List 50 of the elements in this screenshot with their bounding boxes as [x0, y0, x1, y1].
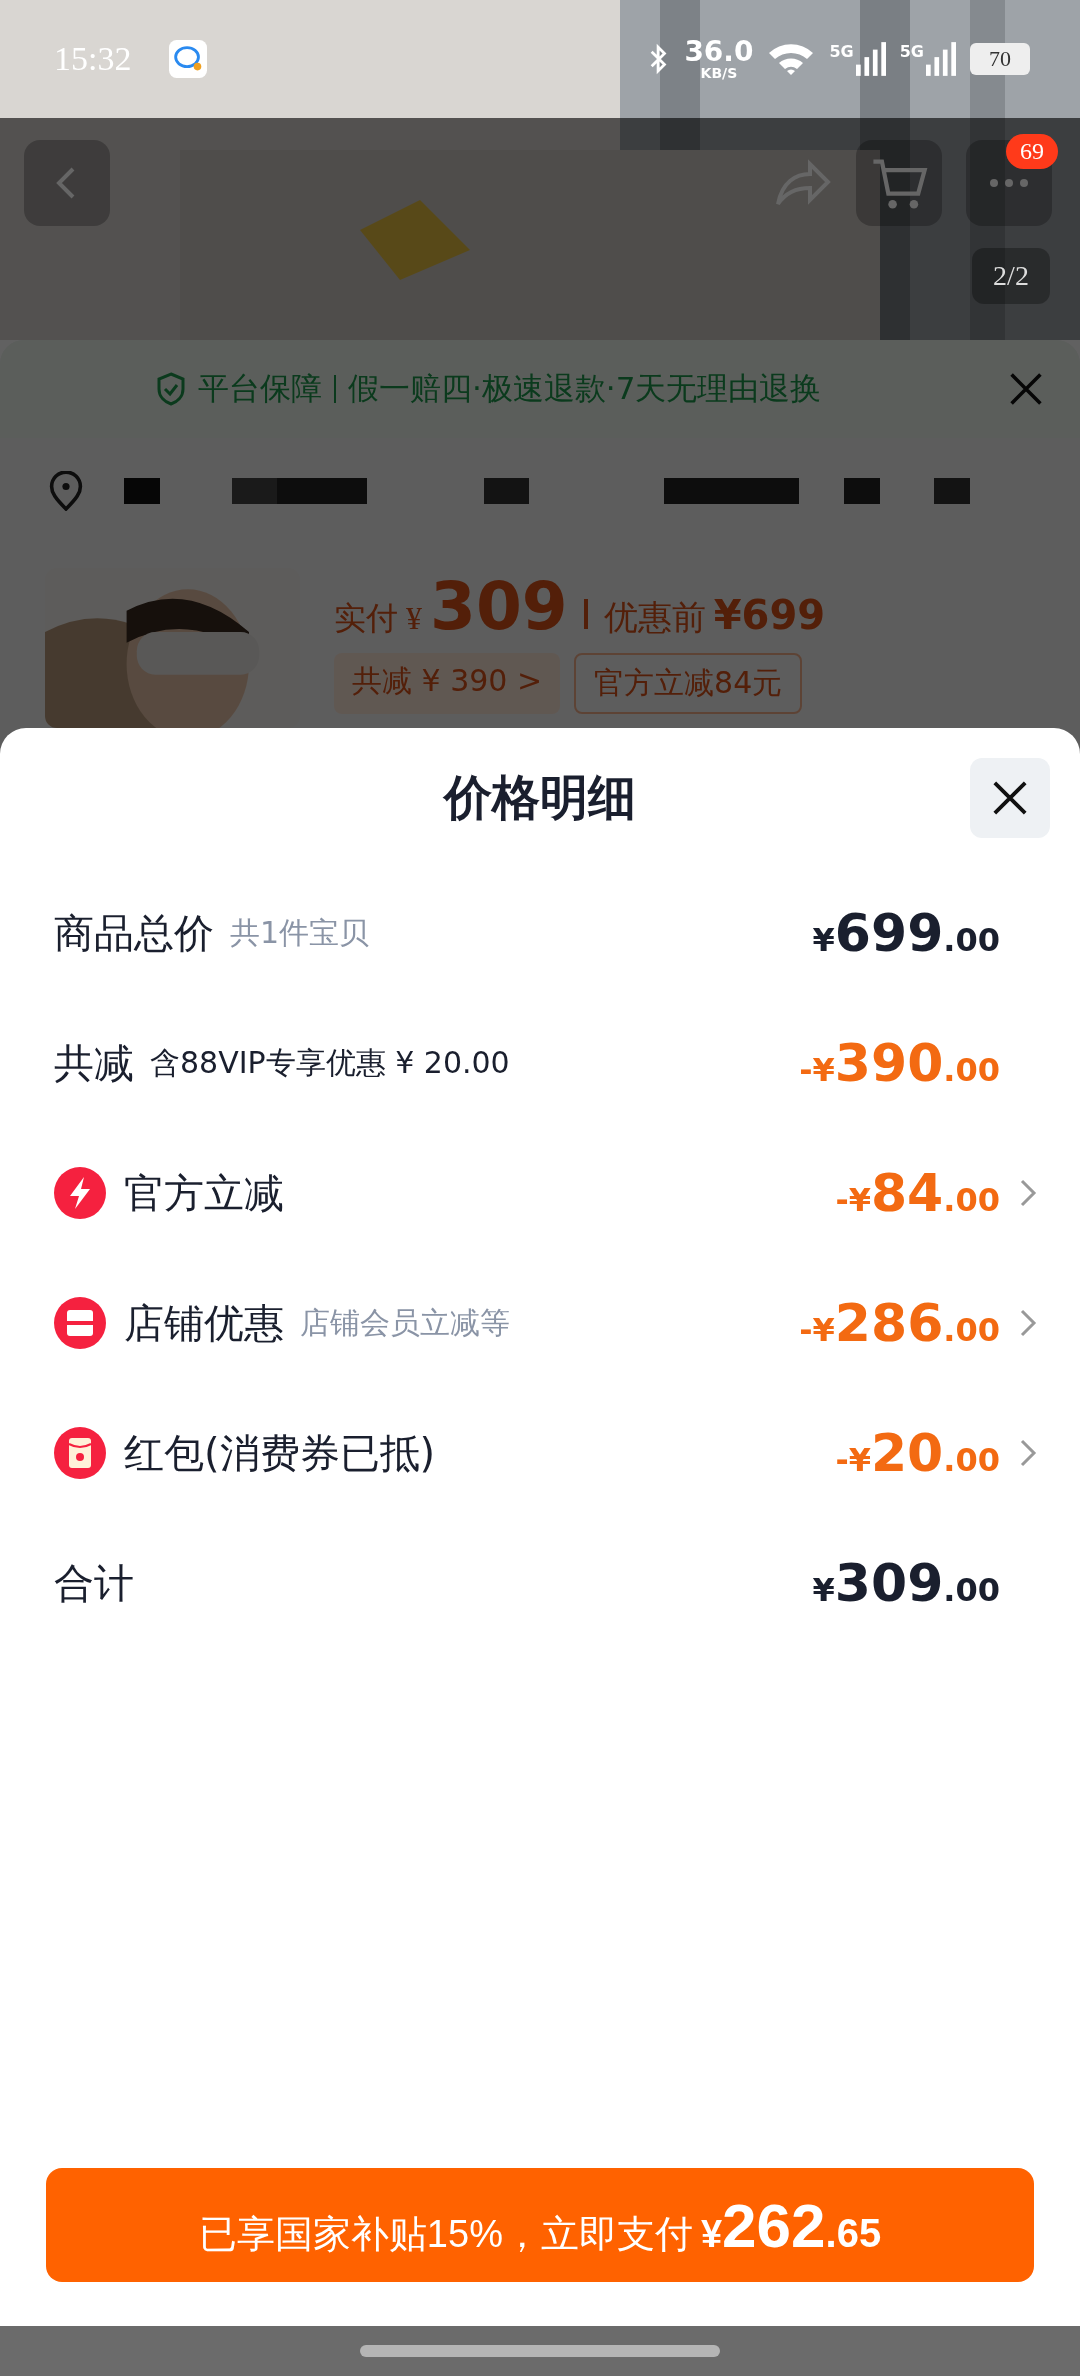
amount: ¥699.00	[812, 903, 1000, 963]
shop-icon	[54, 1297, 106, 1349]
row-note: 含88VIP专享优惠 ¥ 20.00	[150, 1043, 510, 1082]
speed-unit: KB/S	[700, 66, 738, 80]
network-type: 5G	[829, 42, 854, 61]
envelope-icon	[54, 1427, 106, 1479]
paid-label: 实付	[334, 598, 398, 639]
row-note: 共1件宝贝	[230, 913, 370, 952]
discount-tag: 共减 ¥ 390 >	[334, 653, 561, 714]
amount: -¥20.00	[835, 1423, 1000, 1483]
battery-indicator: 70	[970, 43, 1030, 75]
more-icon	[989, 178, 1029, 188]
row-label: 店铺优惠	[124, 1298, 284, 1348]
signal-icon	[926, 42, 956, 76]
network-speed: 36.0	[684, 38, 754, 66]
guarantee-text: 假一赔四·极速退款·7天无理由退换	[348, 369, 822, 408]
paid-price: 309	[430, 568, 568, 645]
shield-icon	[156, 372, 186, 406]
chevron-right-icon[interactable]	[1018, 1437, 1038, 1469]
row-label: 共减	[54, 1038, 134, 1088]
network-type: 5G	[899, 42, 924, 61]
currency-symbol: ¥	[406, 600, 422, 637]
amount: -¥286.00	[799, 1293, 1000, 1353]
lightning-icon	[54, 1167, 106, 1219]
amount: -¥84.00	[835, 1163, 1000, 1223]
signal-icon	[855, 42, 886, 76]
row-label: 合计	[54, 1558, 134, 1608]
close-button[interactable]	[970, 758, 1050, 838]
chat-icon	[169, 40, 208, 78]
pay-button[interactable]: 已享国家补贴15%，立即支付 ¥262.65	[46, 2168, 1034, 2282]
chevron-right-icon[interactable]	[1018, 1177, 1038, 1209]
amount: -¥390.00	[799, 1033, 1000, 1093]
cart-button[interactable]	[856, 140, 942, 226]
close-icon[interactable]	[1008, 371, 1044, 407]
row-label: 红包(消费券已抵)	[124, 1428, 436, 1478]
original-price-label: 优惠前	[603, 596, 706, 639]
chevron-right-icon[interactable]	[1018, 1307, 1038, 1339]
discount-tag: 官方立减84元	[574, 653, 803, 714]
row-label: 商品总价	[54, 908, 214, 958]
amount: ¥309.00	[812, 1553, 1000, 1613]
location-pin-icon	[48, 471, 84, 511]
close-icon	[991, 779, 1029, 817]
wifi-icon	[767, 41, 816, 77]
row-note: 店铺会员立减等	[300, 1303, 510, 1342]
sheet-title: 价格明细	[444, 768, 636, 827]
image-counter: 2/2	[972, 248, 1050, 304]
row-label: 官方立减	[124, 1168, 284, 1218]
back-button[interactable]	[24, 140, 110, 226]
guarantee-label: 平台保障	[198, 369, 322, 408]
original-price: ¥699	[713, 592, 826, 638]
